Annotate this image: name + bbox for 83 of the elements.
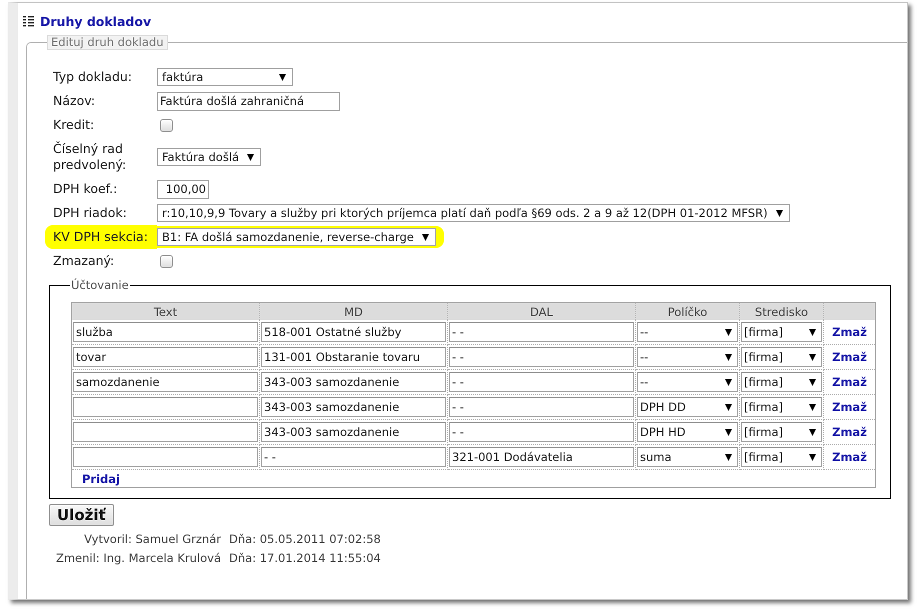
field-dropdown[interactable]: -- (637, 372, 738, 392)
coefficient-field[interactable]: 100,00 (157, 180, 209, 198)
debit-account-field[interactable]: 343-003 samozdanenie (261, 372, 446, 392)
caret-icon (809, 328, 816, 336)
debit-account-field[interactable]: 518-001 Ostatné služby (261, 322, 446, 342)
column-header: MD (260, 302, 448, 320)
center-dropdown[interactable]: [firma] (741, 372, 822, 392)
dropdown[interactable]: B1: FA došlá samozdanenie, reverse-charge (157, 228, 436, 246)
column-header: DAL (448, 302, 636, 320)
delete-link[interactable]: Zmaž (832, 375, 867, 389)
caret-icon (422, 234, 429, 240)
caret-icon (725, 454, 732, 460)
date-text: Dňa: 05.05.2011 07:02:58 (229, 532, 381, 546)
fieldset-legend: Edituj druh dokladu (47, 35, 168, 50)
caret-icon (776, 210, 783, 216)
credit-account-field[interactable]: - - (449, 322, 634, 342)
checkbox[interactable] (160, 254, 173, 268)
field-dropdown[interactable]: -- (637, 322, 738, 342)
field-label: Číselný rad predvolený: (52, 140, 128, 174)
dropdown[interactable]: r:10,10,9,9 Tovary a služby pri ktorých príjemca platí daň podľa §69 ods. 2 a 9 až 12(DPH 01-2012 MFSR) (157, 204, 790, 222)
caret-icon (725, 354, 732, 360)
center-dropdown[interactable]: [firma] (741, 447, 822, 467)
delete-link[interactable]: Zmaž (832, 425, 867, 439)
caret-icon (725, 378, 732, 386)
caret-icon (809, 354, 816, 360)
delete-link[interactable]: Zmaž (832, 325, 867, 339)
caret-icon (247, 154, 254, 160)
fieldset-legend: Účtovanie (70, 278, 130, 292)
field-label: Typ dokladu: (52, 68, 134, 86)
text-input[interactable]: služba (73, 322, 258, 342)
author-text: Zmenil: Ing. Marcela Krulová (54, 551, 221, 565)
caret-icon (725, 404, 732, 410)
caret-icon (725, 428, 732, 436)
field-label: DPH riadok: (52, 204, 128, 222)
add-link[interactable]: Pridaj (82, 472, 120, 486)
column-header: Stredisko (740, 302, 824, 320)
field-label: DPH koef.: (52, 180, 118, 198)
date-text: Dňa: 17.01.2014 11:55:04 (229, 551, 381, 565)
caret-icon (279, 74, 286, 80)
save-button[interactable]: Uložiť (49, 504, 114, 526)
field-label: Názov: (52, 92, 96, 110)
field-dropdown[interactable]: DPH DD (637, 397, 738, 417)
credit-account-field[interactable]: 321-001 Dodávatelia (449, 447, 634, 467)
debit-account-field[interactable]: 343-003 samozdanenie (261, 422, 446, 442)
column-header: Text (72, 302, 260, 320)
author-text: Vytvoril: Samuel Grznár (83, 532, 221, 546)
caret-icon (809, 454, 816, 460)
center-dropdown[interactable]: [firma] (741, 322, 822, 342)
checkbox[interactable] (160, 118, 173, 132)
delete-link[interactable]: Zmaž (832, 400, 867, 414)
caret-icon (809, 404, 816, 410)
text-input[interactable] (73, 447, 258, 467)
debit-account-field[interactable]: 131-001 Obstaranie tovaru (261, 347, 446, 367)
field-dropdown[interactable]: -- (637, 347, 738, 367)
credit-account-field[interactable]: - - (449, 347, 634, 367)
field-dropdown[interactable]: suma (637, 447, 738, 467)
delete-link[interactable]: Zmaž (832, 350, 867, 364)
credit-account-field[interactable]: - - (449, 397, 634, 417)
list-icon (23, 16, 34, 27)
field-label: Zmazaný: (52, 252, 116, 270)
text-input[interactable]: tovar (73, 347, 258, 367)
text-input[interactable] (73, 397, 258, 417)
caret-icon (809, 378, 816, 386)
delete-link[interactable]: Zmaž (832, 450, 867, 464)
field-dropdown[interactable]: DPH HD (637, 422, 738, 442)
dropdown[interactable]: Faktúra došlá (157, 148, 262, 166)
text-input[interactable]: samozdanenie (73, 372, 258, 392)
center-dropdown[interactable]: [firma] (741, 347, 822, 367)
page-title: Druhy dokladov (40, 14, 152, 29)
credit-account-field[interactable]: - - (449, 422, 634, 442)
credit-account-field[interactable]: - - (449, 372, 634, 392)
field-label: Kredit: (52, 116, 96, 134)
caret-icon (809, 428, 816, 436)
field-label: KV DPH sekcia: (45, 225, 157, 249)
name-field[interactable]: Faktúra došlá zahraničná (157, 92, 340, 110)
column-header: Políčko (636, 302, 740, 320)
dropdown[interactable]: faktúra (157, 68, 293, 86)
debit-account-field[interactable]: 343-003 samozdanenie (261, 397, 446, 417)
text-input[interactable] (73, 422, 258, 442)
debit-account-field[interactable]: - - (261, 447, 446, 467)
center-dropdown[interactable]: [firma] (741, 422, 822, 442)
center-dropdown[interactable]: [firma] (741, 397, 822, 417)
caret-icon (725, 328, 732, 336)
